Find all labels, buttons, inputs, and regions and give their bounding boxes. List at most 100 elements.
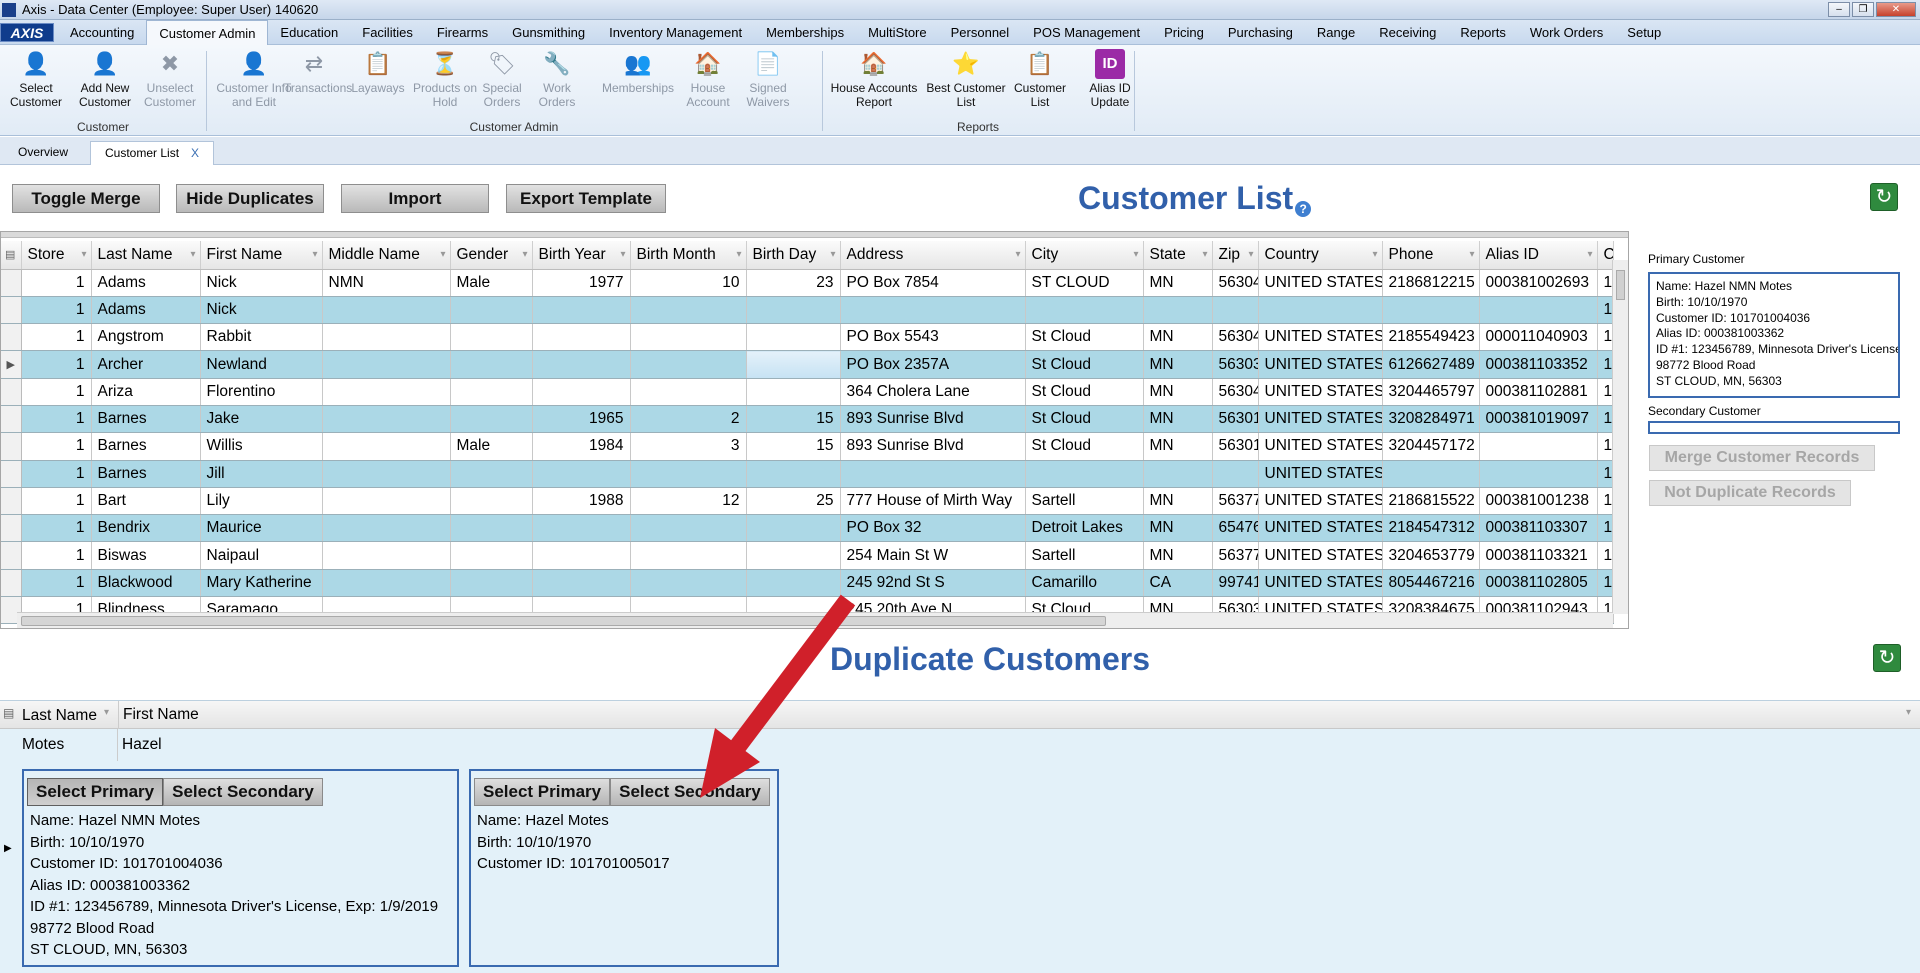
filter-icon[interactable]: ▾: [81, 249, 86, 260]
cell-gender[interactable]: [450, 378, 533, 406]
menu-tab-purchasing[interactable]: Purchasing: [1216, 20, 1305, 45]
grid-vertical-scrollbar[interactable]: [1612, 260, 1628, 614]
cell-address[interactable]: PO Box 32: [840, 514, 1026, 543]
cell-c[interactable]: 10: [1597, 296, 1614, 325]
menu-tab-multistore[interactable]: MultiStore: [856, 20, 939, 45]
filter-icon[interactable]: ▾: [1469, 249, 1474, 260]
cell-country[interactable]: UNITED STATES: [1258, 323, 1383, 352]
table-row[interactable]: 1 Barnes Jake 1965 2 15 893 Sunrise Blvd St Clo…: [1, 405, 1614, 434]
cell-state[interactable]: MN: [1143, 269, 1213, 297]
cell-address[interactable]: PO Box 2357A: [840, 350, 1026, 379]
column-gender[interactable]: Gender ▾: [450, 241, 533, 270]
cell-phone[interactable]: 2184547312: [1382, 514, 1480, 543]
cell-store[interactable]: 1: [21, 541, 92, 570]
cell-last-name[interactable]: Archer: [91, 350, 201, 379]
cell-alias-id[interactable]: 000381103321: [1479, 541, 1598, 570]
cell-alias-id[interactable]: 000381002693: [1479, 269, 1598, 297]
cell-country[interactable]: UNITED STATES: [1258, 514, 1383, 543]
row-header[interactable]: [1, 460, 22, 488]
minimize-button[interactable]: –: [1828, 2, 1850, 17]
cell-city[interactable]: Sartell: [1025, 541, 1144, 570]
cell-phone[interactable]: 2186815522: [1382, 487, 1480, 516]
cell-alias-id[interactable]: 000381019097: [1479, 405, 1598, 434]
cell-zip[interactable]: 99741: [1212, 569, 1259, 598]
cell-c[interactable]: 10: [1597, 269, 1614, 297]
cell-birth-month[interactable]: [630, 514, 747, 543]
cell-store[interactable]: 1: [21, 378, 92, 406]
column-phone[interactable]: Phone ▾: [1382, 241, 1480, 270]
cell-phone[interactable]: 2186812215: [1382, 269, 1480, 297]
cell-alias-id[interactable]: 000381103307: [1479, 514, 1598, 543]
cell-gender[interactable]: Male: [450, 432, 533, 461]
cell-country[interactable]: UNITED STATES: [1258, 350, 1383, 379]
cell-zip[interactable]: 56377: [1212, 541, 1259, 570]
cell-state[interactable]: MN: [1143, 432, 1213, 461]
cell-birth-year[interactable]: 1965: [532, 405, 631, 434]
column-birth-year[interactable]: Birth Year ▾: [532, 241, 631, 270]
cell-address[interactable]: 893 Sunrise Blvd: [840, 432, 1026, 461]
cell-birth-year[interactable]: [532, 296, 631, 325]
cell-alias-id[interactable]: [1479, 296, 1598, 325]
cell-city[interactable]: St Cloud: [1025, 432, 1144, 461]
cell-birth-day[interactable]: 15: [746, 405, 841, 434]
cell-c[interactable]: 10: [1597, 487, 1614, 516]
filter-icon[interactable]: ▾: [830, 249, 835, 260]
cell-alias-id[interactable]: 000381103352: [1479, 350, 1598, 379]
cell-phone[interactable]: 8054467216: [1382, 569, 1480, 598]
cell-zip[interactable]: 56304: [1212, 323, 1259, 352]
cell-birth-year[interactable]: [532, 514, 631, 543]
cell-address[interactable]: 893 Sunrise Blvd: [840, 405, 1026, 434]
cell-alias-id[interactable]: 000011040903: [1479, 323, 1598, 352]
cell-birth-year[interactable]: 1977: [532, 269, 631, 297]
cell-first-name[interactable]: Florentino: [200, 378, 323, 406]
refresh-customer-list-icon[interactable]: ↻: [1870, 183, 1898, 211]
cell-country[interactable]: [1258, 296, 1383, 325]
cell-country[interactable]: UNITED STATES: [1258, 487, 1383, 516]
cell-city[interactable]: Camarillo: [1025, 569, 1144, 598]
cell-zip[interactable]: [1212, 296, 1259, 325]
column-address[interactable]: Address ▾: [840, 241, 1026, 270]
cell-birth-month[interactable]: 10: [630, 269, 747, 297]
cell-gender[interactable]: [450, 487, 533, 516]
cell-c[interactable]: 10: [1597, 541, 1614, 570]
column-birth-day[interactable]: Birth Day ▾: [746, 241, 841, 270]
cell-c[interactable]: 10: [1597, 405, 1614, 434]
cell-gender[interactable]: [450, 350, 533, 379]
cell-birth-month[interactable]: [630, 296, 747, 325]
filter-icon[interactable]: ▾: [522, 249, 527, 260]
filter-icon[interactable]: ▾: [1202, 249, 1207, 260]
cell-store[interactable]: 1: [21, 514, 92, 543]
cell-zip[interactable]: 56301: [1212, 432, 1259, 461]
cell-middle-name[interactable]: NMN: [322, 269, 451, 297]
cell-address[interactable]: 777 House of Mirth Way: [840, 487, 1026, 516]
cell-birth-day[interactable]: [746, 514, 841, 543]
cell-birth-day[interactable]: [746, 569, 841, 598]
cell-city[interactable]: St Cloud: [1025, 323, 1144, 352]
column-c[interactable]: C: [1597, 241, 1614, 270]
ribbon-products-on-hold-button[interactable]: ⏳ Products on Hold: [412, 49, 478, 109]
cell-address[interactable]: PO Box 5543: [840, 323, 1026, 352]
cell-birth-day[interactable]: [746, 378, 841, 406]
cell-country[interactable]: UNITED STATES: [1258, 541, 1383, 570]
cell-zip[interactable]: 56304: [1212, 378, 1259, 406]
cell-birth-year[interactable]: 1988: [532, 487, 631, 516]
cell-c[interactable]: 10: [1597, 514, 1614, 543]
cell-address[interactable]: 245 92nd St S: [840, 569, 1026, 598]
cell-birth-day[interactable]: [746, 460, 841, 488]
cell-phone[interactable]: 3204653779: [1382, 541, 1480, 570]
cell-city[interactable]: St Cloud: [1025, 350, 1144, 379]
table-row[interactable]: 1 Ariza Florentino 364 Cholera Lane St Cloud…: [1, 378, 1614, 406]
cell-state[interactable]: [1143, 460, 1213, 488]
cell-store[interactable]: 1: [21, 296, 92, 325]
table-row[interactable]: 1 Bart Lily 1988 12 25 777 House of Mirth Way S…: [1, 487, 1614, 516]
menu-tab-receiving[interactable]: Receiving: [1367, 20, 1448, 45]
cell-birth-year[interactable]: 1984: [532, 432, 631, 461]
cell-city[interactable]: St Cloud: [1025, 405, 1144, 434]
cell-birth-day[interactable]: 15: [746, 432, 841, 461]
cell-birth-day[interactable]: 23: [746, 269, 841, 297]
cell-state[interactable]: MN: [1143, 350, 1213, 379]
cell-address[interactable]: 364 Cholera Lane: [840, 378, 1026, 406]
row-header[interactable]: [1, 569, 22, 598]
cell-last-name[interactable]: Barnes: [91, 460, 201, 488]
cell-middle-name[interactable]: [322, 487, 451, 516]
